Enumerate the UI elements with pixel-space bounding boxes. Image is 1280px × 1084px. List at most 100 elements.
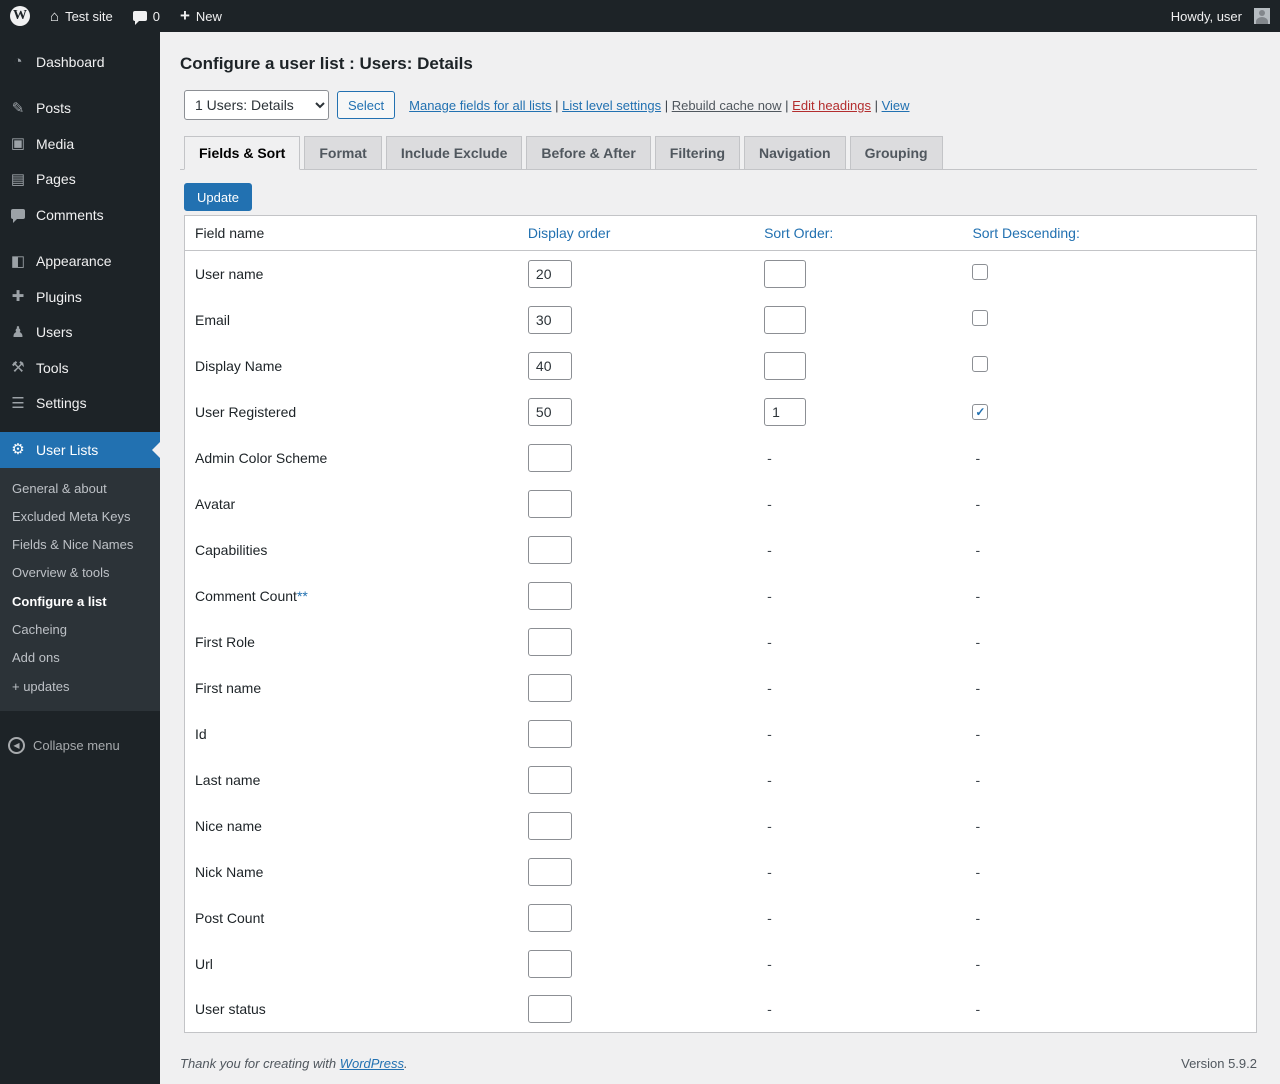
submenu-item-configure-a-list[interactable]: Configure a list [0, 588, 160, 616]
display-order-input[interactable] [528, 950, 572, 978]
tab-include-exclude[interactable]: Include Exclude [386, 136, 523, 170]
display-order-cell [518, 573, 754, 619]
tab-navigation[interactable]: Navigation [744, 136, 846, 170]
site-name: Test site [65, 9, 113, 24]
display-order-input[interactable] [528, 444, 572, 472]
fields-table: Field nameDisplay orderSort Order:Sort D… [184, 215, 1257, 1033]
sidebar-item-pages[interactable]: ▤Pages [0, 162, 160, 198]
table-row: User name [185, 251, 1257, 297]
tab-format[interactable]: Format [304, 136, 381, 170]
sort-order-cell: - [754, 435, 962, 481]
no-descending-dash: - [972, 726, 980, 742]
sidebar-item-label: Settings [36, 394, 87, 412]
sort-descending-cell: - [962, 895, 1256, 941]
no-sort-dash: - [764, 864, 772, 880]
sidebar-item-posts[interactable]: ✎Posts [0, 91, 160, 127]
display-order-input[interactable] [528, 306, 572, 334]
tab-before-after[interactable]: Before & After [526, 136, 650, 170]
tab-grouping[interactable]: Grouping [850, 136, 943, 170]
display-order-cell [518, 343, 754, 389]
sidebar-item-appearance[interactable]: ◧Appearance [0, 244, 160, 280]
sort-order-input[interactable] [764, 352, 806, 380]
field-name: User name [195, 266, 263, 282]
field-name-cell: Avatar [185, 481, 518, 527]
display-order-input[interactable] [528, 995, 572, 1023]
submenu-item-fields-nice-names[interactable]: Fields & Nice Names [0, 531, 160, 559]
display-order-input[interactable] [528, 490, 572, 518]
update-button[interactable]: Update [184, 183, 252, 211]
pages-icon: ▤ [8, 170, 28, 190]
sort-order-input[interactable] [764, 306, 806, 334]
collapse-menu-button[interactable]: ◀ Collapse menu [0, 727, 160, 764]
link-view[interactable]: View [882, 98, 910, 113]
display-order-input[interactable] [528, 352, 572, 380]
admin-bar: W ⌂ Test site 0 + New Howdy, user [0, 0, 1280, 32]
new-label: New [196, 9, 222, 24]
display-order-input[interactable] [528, 582, 572, 610]
display-order-input[interactable] [528, 674, 572, 702]
display-order-input[interactable] [528, 628, 572, 656]
posts-icon: ✎ [8, 99, 28, 119]
link-manage-fields-for-all-lists[interactable]: Manage fields for all lists [409, 98, 551, 113]
submenu-item-excluded-meta-keys[interactable]: Excluded Meta Keys [0, 503, 160, 531]
field-name: First name [195, 680, 261, 696]
display-order-cell [518, 251, 754, 297]
select-button[interactable]: Select [337, 91, 395, 119]
field-name: First Role [195, 634, 255, 650]
display-order-input[interactable] [528, 260, 572, 288]
display-order-input[interactable] [528, 536, 572, 564]
table-row: Display Name [185, 343, 1257, 389]
table-row: Post Count-- [185, 895, 1257, 941]
display-order-input[interactable] [528, 720, 572, 748]
field-name-cell: Nice name [185, 803, 518, 849]
submenu-item-add-ons[interactable]: Add ons [0, 644, 160, 672]
column-header-sort-order[interactable]: Sort Order: [754, 216, 962, 251]
sort-descending-checkbox[interactable] [972, 264, 988, 280]
link-rebuild-cache-now[interactable]: Rebuild cache now [672, 98, 782, 113]
sidebar-item-settings[interactable]: ☰Settings [0, 386, 160, 422]
sidebar-item-tools[interactable]: ⚒Tools [0, 350, 160, 386]
sidebar-item-label: Dashboard [36, 53, 105, 71]
submenu-item-general-about[interactable]: General & about [0, 475, 160, 503]
column-header-display-order[interactable]: Display order [518, 216, 754, 251]
display-order-input[interactable] [528, 812, 572, 840]
sort-descending-checkbox[interactable]: ✓ [972, 404, 988, 420]
sidebar-item-comments[interactable]: Comments [0, 197, 160, 233]
link-edit-headings[interactable]: Edit headings [792, 98, 871, 113]
no-sort-dash: - [764, 956, 772, 972]
display-order-input[interactable] [528, 398, 572, 426]
tab-filtering[interactable]: Filtering [655, 136, 740, 170]
submenu-item-cacheing[interactable]: Cacheing [0, 616, 160, 644]
sidebar-item-dashboard[interactable]: ◔Dashboard [0, 44, 160, 80]
table-row: Avatar-- [185, 481, 1257, 527]
display-order-input[interactable] [528, 858, 572, 886]
site-name-menu[interactable]: ⌂ Test site [40, 0, 123, 32]
wordpress-logo-menu[interactable]: W [0, 0, 40, 32]
submenu-item-updates[interactable]: + updates [0, 673, 160, 701]
sidebar-item-user-lists[interactable]: ⚙User Lists [0, 432, 160, 468]
sidebar-item-media[interactable]: ▣Media [0, 126, 160, 162]
sidebar-item-users[interactable]: ♟Users [0, 315, 160, 351]
list-select[interactable]: 1 Users: Details [184, 90, 329, 120]
wordpress-link[interactable]: WordPress [340, 1056, 404, 1071]
sort-descending-cell: - [962, 941, 1256, 987]
sort-descending-checkbox[interactable] [972, 310, 988, 326]
my-account-menu[interactable]: Howdy, user [1161, 0, 1280, 32]
new-content-menu[interactable]: + New [170, 0, 232, 32]
table-row: Admin Color Scheme-- [185, 435, 1257, 481]
sidebar-item-plugins[interactable]: ✚Plugins [0, 279, 160, 315]
display-order-input[interactable] [528, 904, 572, 932]
field-name: User status [195, 1001, 266, 1017]
collapse-menu-label: Collapse menu [33, 738, 120, 753]
display-order-input[interactable] [528, 766, 572, 794]
sort-descending-checkbox[interactable] [972, 356, 988, 372]
field-name: Nick Name [195, 864, 263, 880]
sort-order-input[interactable] [764, 260, 806, 288]
submenu-item-overview-tools[interactable]: Overview & tools [0, 559, 160, 587]
sort-order-cell: - [754, 757, 962, 803]
sort-order-input[interactable] [764, 398, 806, 426]
comments-menu[interactable]: 0 [123, 0, 170, 32]
column-header-sort-descending[interactable]: Sort Descending: [962, 216, 1256, 251]
link-list-level-settings[interactable]: List level settings [562, 98, 661, 113]
tab-fields-sort[interactable]: Fields & Sort [184, 136, 300, 170]
